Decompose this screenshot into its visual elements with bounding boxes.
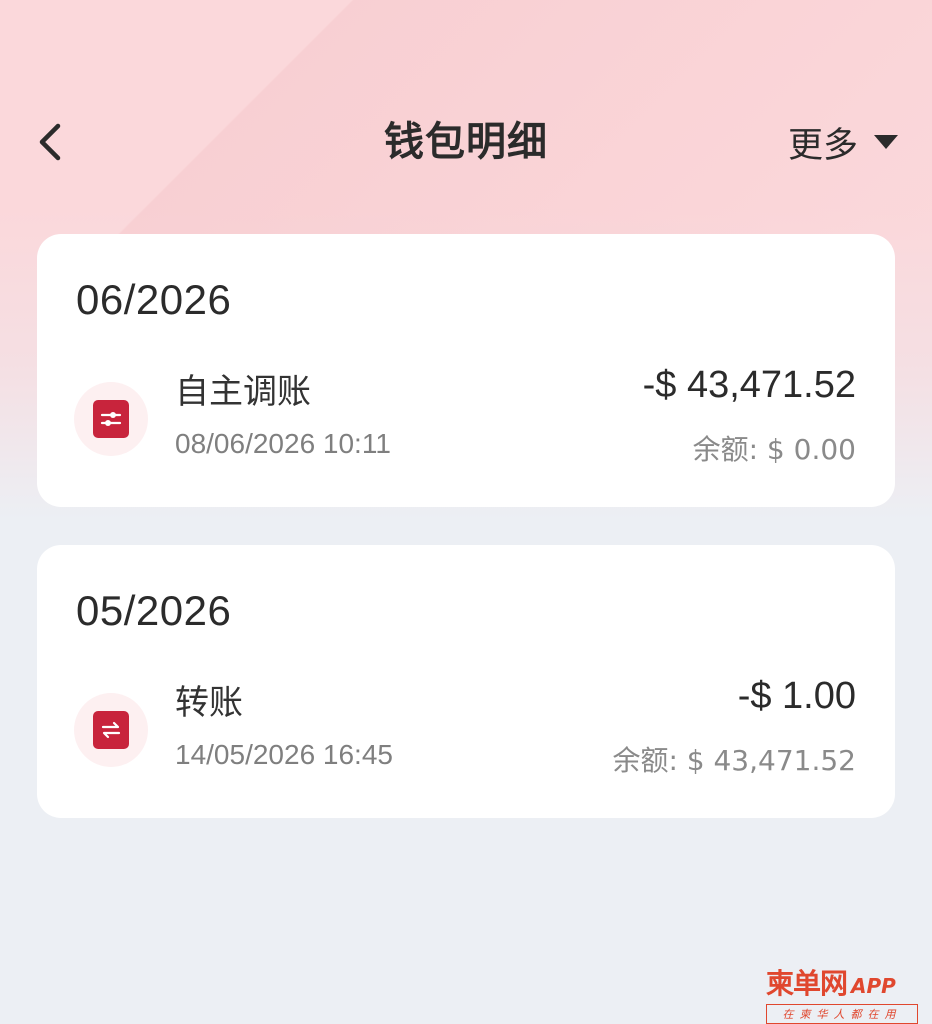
transaction-amount: -$ 43,471.52 xyxy=(642,364,856,406)
month-card: 05/2026 转账 14/05/2026 16:45 -$ 1.00 余额: … xyxy=(37,545,895,818)
transaction-amount: -$ 1.00 xyxy=(737,675,856,717)
adjust-icon xyxy=(93,400,129,438)
transaction-icon-container xyxy=(74,693,148,767)
more-dropdown-button[interactable]: 更多 xyxy=(788,100,898,184)
transaction-balance: 余额: $ 43,471.52 xyxy=(612,744,856,777)
watermark-app: APP xyxy=(851,974,896,998)
transaction-name: 转账 xyxy=(175,683,243,723)
watermark-logo: 柬单网 APP 在柬华人都在用 xyxy=(766,962,918,1024)
transaction-row[interactable]: 自主调账 08/06/2026 10:11 -$ 43,471.52 余额: $… xyxy=(37,352,895,472)
top-bar: 钱包明细 更多 xyxy=(0,100,932,184)
transaction-row[interactable]: 转账 14/05/2026 16:45 -$ 1.00 余额: $ 43,471… xyxy=(37,663,895,783)
watermark-brand: 柬单网 xyxy=(766,967,848,1000)
more-label: 更多 xyxy=(787,125,858,166)
transaction-time: 08/06/2026 10:11 xyxy=(175,428,391,459)
transaction-name: 自主调账 xyxy=(175,372,311,412)
month-card: 06/2026 自主调账 08/06/2026 10:11 -$ 43,471.… xyxy=(37,234,895,507)
transaction-icon-container xyxy=(74,382,148,456)
month-label: 06/2026 xyxy=(76,276,232,323)
watermark-top: 柬单网 APP xyxy=(766,962,918,1002)
caret-down-icon xyxy=(874,135,898,149)
transaction-balance: 余额: $ 0.00 xyxy=(692,433,856,466)
watermark-slogan: 在柬华人都在用 xyxy=(766,1004,918,1024)
month-label: 05/2026 xyxy=(76,587,232,634)
transaction-time: 14/05/2026 16:45 xyxy=(175,739,393,770)
transfer-icon xyxy=(93,711,129,749)
